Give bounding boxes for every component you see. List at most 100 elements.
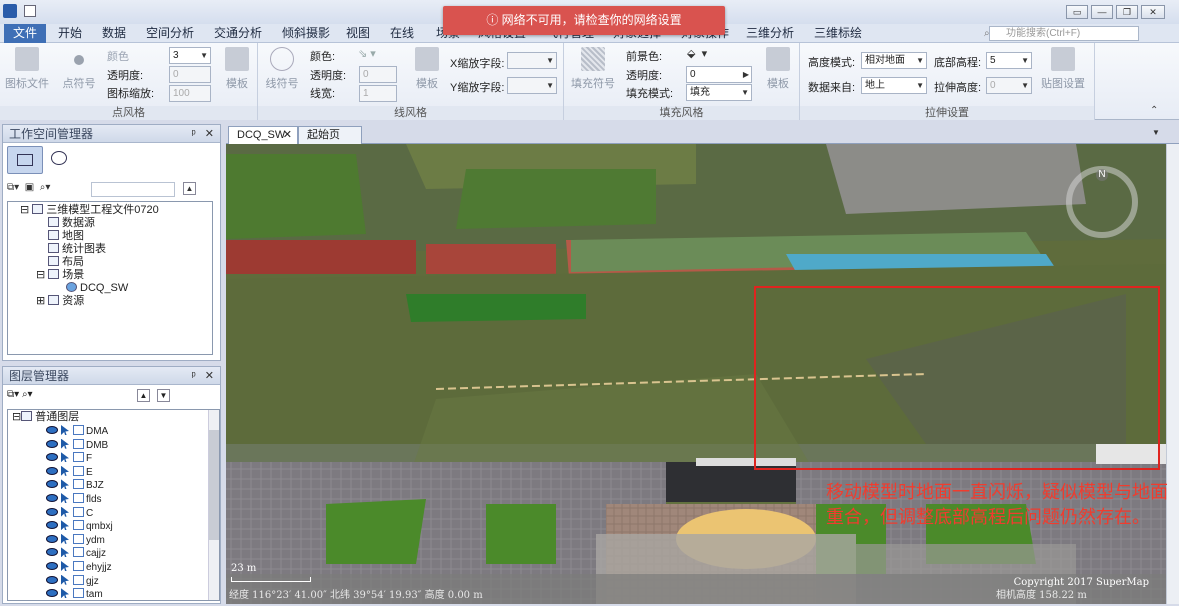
save-icon[interactable]: ▣ <box>25 182 34 193</box>
point-template-button[interactable]: 模板 <box>215 47 259 91</box>
selectable-arrow-icon[interactable] <box>61 547 69 558</box>
selectable-arrow-icon[interactable] <box>61 533 69 544</box>
visibility-eye-icon[interactable] <box>46 480 58 489</box>
scene-scrollbar[interactable] <box>1166 144 1179 604</box>
point-opacity-input[interactable]: 0 <box>169 66 211 83</box>
layer-row[interactable]: C <box>46 506 93 520</box>
tab-start-page[interactable]: 起始页 <box>298 126 362 144</box>
fill-symbol-button[interactable]: 填充符号 <box>568 47 618 91</box>
tree-item-map[interactable]: 地图 <box>48 230 84 243</box>
layer-up-button[interactable]: ▲ <box>137 389 150 402</box>
close-icon[interactable]: ✕ <box>283 127 292 143</box>
selectable-arrow-icon[interactable] <box>61 452 69 463</box>
x-scale-select[interactable]: ▼ <box>507 52 557 69</box>
layer-row[interactable]: DMB <box>46 438 108 452</box>
tree-root[interactable]: ⊟ 三维模型工程文件0720 <box>20 204 159 217</box>
tree-item-datasource[interactable]: 数据源 <box>48 217 95 230</box>
search-up-button[interactable]: ▲ <box>183 182 196 195</box>
close-button[interactable]: ✕ <box>1141 5 1165 19</box>
selectable-arrow-icon[interactable] <box>61 465 69 476</box>
tab-dcq-sw[interactable]: DCQ_SW ✕ <box>228 126 298 144</box>
panel-pin-close[interactable]: ᵖ ✕ <box>191 125 214 143</box>
menu-item[interactable]: 开始 <box>52 24 88 43</box>
visibility-eye-icon[interactable] <box>46 453 58 462</box>
visibility-eye-icon[interactable] <box>46 589 58 598</box>
menu-item[interactable]: 数据 <box>96 24 132 43</box>
layer-row[interactable]: ydm <box>46 533 105 547</box>
menu-item[interactable]: 三维分析 <box>740 24 800 43</box>
selectable-arrow-icon[interactable] <box>61 493 69 503</box>
point-size-select[interactable]: 3 ▼ <box>169 47 211 64</box>
line-width-input[interactable]: 1 <box>359 85 397 102</box>
tree-item-layout[interactable]: 布局 <box>48 256 84 269</box>
layer-group-normal[interactable]: ⊟ 普通图层 <box>12 411 79 424</box>
line-color-picker[interactable]: ⇘ ▾ <box>358 47 396 61</box>
tree-item-dcq-sw[interactable]: DCQ_SW <box>66 282 128 295</box>
maximize-button[interactable]: ❐ <box>1116 5 1138 19</box>
visibility-eye-icon[interactable] <box>46 426 58 434</box>
selectable-arrow-icon[interactable] <box>61 574 69 585</box>
icon-scale-input[interactable]: 100 <box>169 85 211 102</box>
selectable-arrow-icon[interactable] <box>61 479 69 490</box>
selectable-arrow-icon[interactable] <box>61 588 69 599</box>
menu-item[interactable]: 交通分析 <box>208 24 268 43</box>
visibility-eye-icon[interactable] <box>46 439 58 448</box>
layer-row[interactable]: E <box>46 465 93 479</box>
menu-item[interactable]: 三维标绘 <box>808 24 868 43</box>
tree-item-chart[interactable]: 统计图表 <box>48 243 106 256</box>
y-scale-select[interactable]: ▼ <box>507 77 557 94</box>
data-from-select[interactable]: 地上 ▼ <box>861 77 927 94</box>
layer-row[interactable]: qmbxj <box>46 520 113 533</box>
menu-item[interactable]: 空间分析 <box>140 24 200 43</box>
visibility-eye-icon[interactable] <box>46 494 58 502</box>
restore-ribbon-button[interactable]: ▭ <box>1066 5 1088 19</box>
layer-row[interactable]: ehyjjz <box>46 561 112 574</box>
fg-color-picker[interactable]: ⬙ ▾ <box>687 47 733 61</box>
visibility-eye-icon[interactable] <box>46 562 58 570</box>
resource-tab-icon[interactable] <box>51 151 67 165</box>
selectable-arrow-icon[interactable] <box>61 520 69 531</box>
layer-row[interactable]: DMA <box>46 425 108 438</box>
collapse-ribbon-icon[interactable]: ⌃ <box>1150 105 1158 116</box>
tree-item-scene[interactable]: ⊟ 场景 <box>36 269 84 282</box>
height-mode-select[interactable]: 相对地面 ▼ <box>861 52 927 69</box>
layer-row[interactable]: cajjz <box>46 547 106 560</box>
search-icon[interactable]: ⌕▾ <box>22 389 33 400</box>
tree-item-resource[interactable]: ⊞ 资源 <box>36 295 84 308</box>
compass-control[interactable]: N <box>1066 166 1138 238</box>
layer-down-button[interactable]: ▼ <box>157 389 170 402</box>
menu-item[interactable]: 倾斜摄影 <box>276 24 336 43</box>
tab-list-icon[interactable]: ▼ <box>1152 128 1160 137</box>
line-symbol-button[interactable]: 线符号 <box>260 47 304 91</box>
fill-mode-select[interactable]: 填充 ▼ <box>686 84 752 101</box>
minimize-button[interactable]: — <box>1091 5 1113 19</box>
function-search-input[interactable]: 功能搜索(Ctrl+F) <box>989 26 1139 41</box>
menu-item[interactable]: 文件 <box>4 24 46 43</box>
selectable-arrow-icon[interactable] <box>61 425 69 435</box>
point-symbol-button[interactable]: 点符号 <box>57 47 101 91</box>
bottom-altitude-select[interactable]: 5 ▼ <box>986 52 1032 69</box>
workspace-search-input[interactable] <box>91 182 175 197</box>
line-opacity-input[interactable]: 0 <box>359 66 397 83</box>
menu-item[interactable]: 在线 <box>384 24 420 43</box>
scrollbar-thumb[interactable] <box>209 430 219 540</box>
visibility-eye-icon[interactable] <box>46 507 58 516</box>
layer-add-icon[interactable]: ⧉▾ <box>7 389 19 400</box>
layer-row[interactable]: F <box>46 452 92 465</box>
fill-opacity-input[interactable]: 0 ▶ <box>686 66 752 83</box>
line-template-button[interactable]: 模板 <box>405 47 449 91</box>
extrude-height-select[interactable]: 0 ▼ <box>986 77 1032 94</box>
texture-settings-button[interactable]: 贴图设置 <box>1038 47 1088 91</box>
visibility-eye-icon[interactable] <box>46 466 58 475</box>
visibility-eye-icon[interactable] <box>46 521 58 530</box>
layer-scrollbar[interactable] <box>208 410 219 600</box>
icon-file-button[interactable]: 图标文件 <box>5 47 49 91</box>
panel-pin-close[interactable]: ᵖ ✕ <box>191 367 214 385</box>
layer-row[interactable]: flds <box>46 493 102 506</box>
selectable-arrow-icon[interactable] <box>61 561 69 571</box>
selectable-arrow-icon[interactable] <box>61 506 69 517</box>
fill-template-button[interactable]: 模板 <box>756 47 800 91</box>
selectable-arrow-icon[interactable] <box>61 438 69 449</box>
visibility-eye-icon[interactable] <box>46 548 58 557</box>
visibility-eye-icon[interactable] <box>46 575 58 584</box>
